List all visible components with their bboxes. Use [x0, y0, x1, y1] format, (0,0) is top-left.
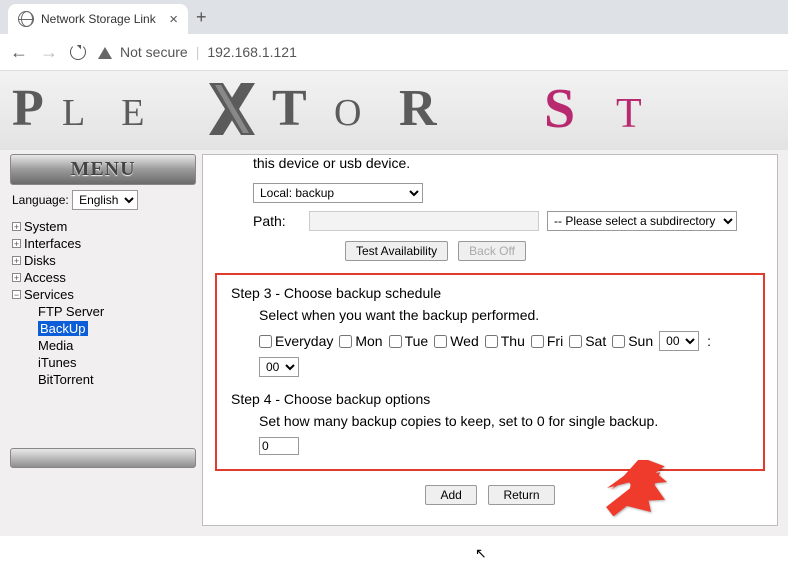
checkbox-mon[interactable] — [339, 335, 352, 348]
svg-text:P: P — [12, 80, 58, 137]
tree-item-bittorrent[interactable]: BitTorrent — [10, 371, 196, 388]
menu-header: MENU — [10, 154, 196, 185]
browser-chrome: Network Storage Link × + ← → Not secure … — [0, 0, 788, 71]
tree-item-ftp[interactable]: FTP Server — [10, 303, 196, 320]
tree-item-system[interactable]: +System — [10, 218, 196, 235]
warning-icon — [98, 40, 112, 59]
action-buttons: Add Return — [215, 477, 765, 513]
copies-input[interactable] — [259, 437, 299, 455]
minute-select[interactable]: 00 — [259, 357, 299, 377]
main-panel: this device or usb device. Local: backup… — [202, 154, 778, 526]
test-availability-button[interactable]: Test Availability — [345, 241, 448, 261]
reload-button[interactable] — [70, 44, 86, 60]
intro-text: this device or usb device. — [215, 155, 765, 179]
return-button[interactable]: Return — [488, 485, 554, 505]
svg-text:L E: L E — [62, 92, 159, 134]
step4-title: Step 4 - Choose backup options — [231, 391, 749, 407]
test-button-row: Test Availability Back Off — [215, 235, 765, 267]
svg-text:S: S — [544, 79, 587, 139]
nav-tree: +System +Interfaces +Disks +Access −Serv… — [10, 216, 196, 390]
step3-title: Step 3 - Choose backup schedule — [231, 285, 749, 301]
checkbox-wed[interactable] — [434, 335, 447, 348]
expand-icon[interactable]: + — [12, 273, 21, 282]
new-tab-button[interactable]: + — [196, 7, 207, 28]
checkbox-thu[interactable] — [485, 335, 498, 348]
subdirectory-select[interactable]: -- Please select a subdirectory -- — [547, 211, 737, 231]
brand-logo: P L E T O R S T — [4, 79, 784, 139]
checkbox-sun[interactable] — [612, 335, 625, 348]
svg-text:R: R — [399, 80, 451, 137]
day-fri[interactable]: Fri — [531, 333, 563, 349]
path-row: Path: -- Please select a subdirectory -- — [215, 207, 765, 235]
expand-icon[interactable]: + — [12, 239, 21, 248]
path-input[interactable] — [309, 211, 539, 231]
day-mon[interactable]: Mon — [339, 333, 382, 349]
address-bar: ← → Not secure | 192.168.1.121 — [0, 34, 788, 70]
time-separator: : — [707, 333, 711, 349]
not-secure-label: Not secure — [120, 44, 188, 60]
browser-tab[interactable]: Network Storage Link × — [8, 4, 188, 34]
tree-item-access[interactable]: +Access — [10, 269, 196, 286]
svg-text:T: T — [616, 91, 654, 137]
tree-item-itunes[interactable]: iTunes — [10, 354, 196, 371]
path-label: Path: — [253, 213, 301, 229]
tree-item-media[interactable]: Media — [10, 337, 196, 354]
step4-subtitle: Set how many backup copies to keep, set … — [231, 413, 749, 429]
checkbox-fri[interactable] — [531, 335, 544, 348]
tab-title: Network Storage Link — [41, 12, 162, 26]
svg-text:O: O — [334, 92, 375, 134]
tree-item-interfaces[interactable]: +Interfaces — [10, 235, 196, 252]
source-select[interactable]: Local: backup — [253, 183, 423, 203]
day-everyday[interactable]: Everyday — [259, 333, 333, 349]
url-box[interactable]: Not secure | 192.168.1.121 — [98, 43, 778, 62]
tree-item-backup[interactable]: BackUp — [10, 320, 196, 337]
steps-highlight-box: Step 3 - Choose backup schedule Select w… — [215, 273, 765, 471]
expand-icon[interactable]: + — [12, 256, 21, 265]
add-button[interactable]: Add — [425, 485, 476, 505]
tree-item-disks[interactable]: +Disks — [10, 252, 196, 269]
checkbox-tue[interactable] — [389, 335, 402, 348]
checkbox-sat[interactable] — [569, 335, 582, 348]
forward-button[interactable]: → — [40, 43, 58, 61]
globe-icon — [18, 11, 34, 27]
url-text: 192.168.1.121 — [207, 44, 297, 60]
day-sat[interactable]: Sat — [569, 333, 606, 349]
source-row: Local: backup — [215, 179, 765, 207]
language-select[interactable]: English — [72, 190, 138, 210]
tree-item-services[interactable]: −Services — [10, 286, 196, 303]
hour-select[interactable]: 00 — [659, 331, 699, 351]
language-row: Language: English — [10, 188, 196, 216]
back-button[interactable]: ← — [10, 43, 28, 61]
expand-icon[interactable]: + — [12, 222, 21, 231]
cursor-icon: ↖ — [475, 545, 487, 562]
back-off-button[interactable]: Back Off — [458, 241, 526, 261]
days-row: Everyday Mon Tue Wed Thu Fri Sat Sun 00 … — [231, 331, 749, 377]
language-label: Language: — [12, 193, 69, 207]
tab-bar: Network Storage Link × + — [0, 0, 788, 34]
svg-text:T: T — [272, 80, 321, 137]
collapse-icon[interactable]: − — [12, 290, 21, 299]
day-tue[interactable]: Tue — [389, 333, 429, 349]
day-wed[interactable]: Wed — [434, 333, 479, 349]
url-separator: | — [196, 44, 200, 60]
checkbox-everyday[interactable] — [259, 335, 272, 348]
sidebar: MENU Language: English +System +Interfac… — [10, 154, 196, 526]
menu-title: MENU — [70, 158, 135, 180]
menu-footer — [10, 448, 196, 468]
step3-subtitle: Select when you want the backup performe… — [231, 307, 749, 323]
day-sun[interactable]: Sun — [612, 333, 653, 349]
close-icon[interactable]: × — [169, 11, 178, 28]
brand-banner: P L E T O R S T — [0, 71, 788, 150]
day-thu[interactable]: Thu — [485, 333, 525, 349]
